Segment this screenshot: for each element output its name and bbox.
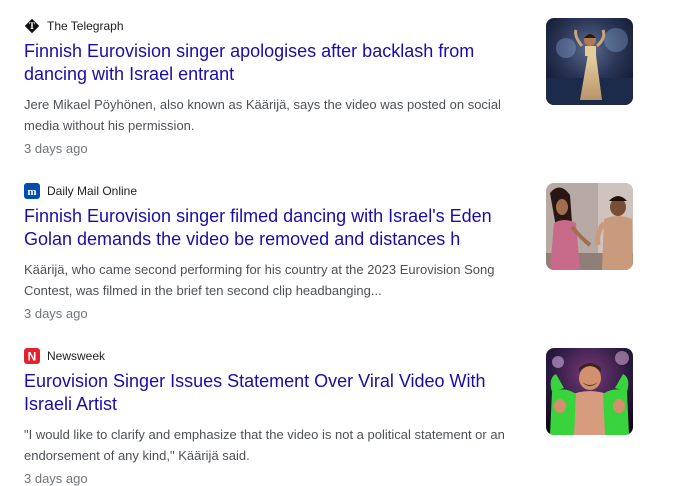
snippet-line: endorsement of any kind," Käärijä said.: [24, 448, 250, 463]
headline-line[interactable]: Golan demands the video be removed and d…: [24, 228, 514, 251]
svg-text:m: m: [27, 186, 36, 198]
news-card[interactable]: T The Telegraph Finnish Eurovision singe…: [0, 0, 700, 165]
snippet-line: Jere Mikael Pöyhönen, also known as Käär…: [24, 97, 501, 112]
snippet: Jere Mikael Pöyhönen, also known as Käär…: [24, 94, 524, 136]
thumbnail-image[interactable]: [546, 348, 633, 435]
source-row[interactable]: m Daily Mail Online: [24, 182, 137, 200]
headline-line[interactable]: Finnish Eurovision singer apologises aft…: [24, 40, 514, 63]
timestamp: 3 days ago: [24, 306, 88, 321]
source-row[interactable]: T The Telegraph: [24, 17, 124, 35]
source-name[interactable]: Newsweek: [47, 349, 105, 363]
snippet-line: media without his permission.: [24, 118, 195, 133]
snippet: "I would like to clarify and emphasize t…: [24, 424, 524, 466]
daily-mail-logo-icon: m: [24, 183, 40, 199]
headline-line[interactable]: dancing with Israel entrant: [24, 63, 514, 86]
source-name[interactable]: The Telegraph: [47, 19, 124, 33]
headline-line[interactable]: Israeli Artist: [24, 393, 514, 416]
telegraph-logo-icon: T: [24, 18, 40, 34]
snippet: Käärijä, who came second performing for …: [24, 259, 524, 301]
source-row[interactable]: N Newsweek: [24, 347, 105, 365]
newsweek-logo-icon: N: [24, 348, 40, 364]
headline-link[interactable]: Finnish Eurovision singer filmed dancing…: [24, 205, 514, 251]
headline-line[interactable]: Finnish Eurovision singer filmed dancing…: [24, 205, 514, 228]
source-name[interactable]: Daily Mail Online: [47, 184, 137, 198]
thumbnail-image[interactable]: [546, 18, 633, 105]
thumbnail-image[interactable]: [546, 183, 633, 270]
news-card[interactable]: N Newsweek Eurovision Singer Issues Stat…: [0, 330, 700, 486]
snippet-line: Contest, was filmed in the brief ten sec…: [24, 283, 382, 298]
news-feed: T The Telegraph Finnish Eurovision singe…: [0, 0, 700, 486]
headline-link[interactable]: Eurovision Singer Issues Statement Over …: [24, 370, 514, 416]
timestamp: 3 days ago: [24, 471, 88, 486]
svg-text:T: T: [29, 21, 35, 31]
timestamp: 3 days ago: [24, 141, 88, 156]
headline-link[interactable]: Finnish Eurovision singer apologises aft…: [24, 40, 514, 86]
snippet-line: "I would like to clarify and emphasize t…: [24, 427, 505, 442]
svg-text:N: N: [28, 350, 37, 364]
snippet-line: Käärijä, who came second performing for …: [24, 262, 495, 277]
news-card[interactable]: m Daily Mail Online Finnish Eurovision s…: [0, 165, 700, 330]
headline-line[interactable]: Eurovision Singer Issues Statement Over …: [24, 370, 514, 393]
